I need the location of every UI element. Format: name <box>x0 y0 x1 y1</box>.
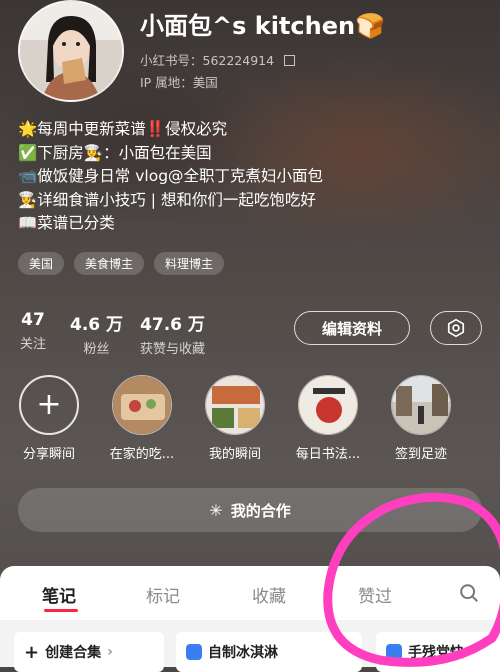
stat-likes[interactable]: 47.6 万 获赞与收藏 <box>140 310 205 357</box>
highlight-share-moment[interactable]: + 分享瞬间 <box>9 375 89 462</box>
card-label: 手残党快 <box>408 645 464 661</box>
tag[interactable]: 美国 <box>18 252 65 275</box>
highlight-label: 签到足迹 <box>394 447 447 462</box>
tab-marked[interactable]: 标记 <box>146 582 180 607</box>
stat-label: 关注 <box>20 337 47 352</box>
stat-value: 47 <box>21 310 45 330</box>
ip-location: IP 属地：美国 <box>140 75 218 90</box>
bio-line: 👩‍🍳详细食谱小技巧 | 想和你们一起吃饱吃好 <box>18 190 316 209</box>
chevron-right-icon: › <box>107 644 113 660</box>
highlight-thumbnail <box>112 375 172 435</box>
tag-list: 美国 美食博主 料理博主 <box>18 252 225 275</box>
stat-value: 47.6 万 <box>140 315 205 335</box>
highlight-my-moments[interactable]: 我的瞬间 <box>195 375 275 462</box>
card-label: 创建合集 <box>45 645 102 661</box>
stat-label: 粉丝 <box>83 342 110 357</box>
sparkle-icon: ✳ <box>209 500 223 520</box>
collection-card[interactable]: 自制冰淇淋 <box>176 632 362 672</box>
card-label: 自制冰淇淋 <box>208 645 278 661</box>
qr-code-icon[interactable] <box>284 55 296 66</box>
plus-icon: + <box>36 387 62 422</box>
stat-label: 获赞与收藏 <box>140 342 206 357</box>
plus-icon: + <box>24 641 40 663</box>
highlight-label: 我的瞬间 <box>208 447 261 462</box>
highlight-label: 分享瞬间 <box>22 447 75 462</box>
add-moment-circle: + <box>19 375 79 435</box>
tag[interactable]: 美食博主 <box>74 252 145 275</box>
tag[interactable]: 料理博主 <box>154 252 225 275</box>
tab-notes[interactable]: 笔记 <box>42 582 76 607</box>
highlight-label: 在家的吃... <box>109 447 175 462</box>
bio: 🌟每周中更新菜谱‼️侵权必究 ✅下厨房👩‍🍳：小面包在美国 📹做饭健身日常 vl… <box>18 118 323 236</box>
bio-line: 🌟每周中更新菜谱‼️侵权必究 <box>18 120 228 138</box>
create-collection-card[interactable]: + 创建合集 › <box>14 632 164 672</box>
highlight-check-in[interactable]: 签到足迹 <box>381 375 461 462</box>
stat-following[interactable]: 47 关注 <box>20 310 46 352</box>
account-id-row: 小红书号：562224914 <box>140 50 296 69</box>
bio-line: 📹做饭健身日常 vlog@全职丁克煮妇小面包 <box>18 167 324 185</box>
highlight-thumbnail <box>298 375 358 435</box>
avatar[interactable] <box>18 0 124 102</box>
stat-followers[interactable]: 4.6 万 粉丝 <box>70 310 123 357</box>
collection-card[interactable]: 手残党快 <box>376 632 500 672</box>
highlight-thumbnail <box>205 375 265 435</box>
highlight-label: 每日书法... <box>295 447 361 462</box>
tab-liked[interactable]: 赞过 <box>358 582 392 607</box>
edit-profile-button[interactable]: 编辑资料 <box>294 311 410 345</box>
highlight-calligraphy[interactable]: 每日书法... <box>288 375 368 462</box>
bio-line: 📖菜谱已分类 <box>18 214 115 232</box>
bio-line: ✅下厨房👩‍🍳：小面包在美国 <box>18 143 212 162</box>
cooperation-button[interactable]: ✳ 我的合作 <box>18 488 482 532</box>
collection-icon <box>186 644 202 660</box>
highlight-home-food[interactable]: 在家的吃... <box>102 375 182 462</box>
gear-icon <box>447 318 465 338</box>
tab-favorites[interactable]: 收藏 <box>252 582 286 607</box>
account-id: 小红书号：562224914 <box>140 53 275 68</box>
active-tab-indicator <box>44 609 78 612</box>
profile-name: 小面包^s kitchen🍞 <box>140 12 385 40</box>
highlight-thumbnail <box>391 375 451 435</box>
collection-icon <box>386 644 402 660</box>
settings-button[interactable] <box>430 311 482 345</box>
search-icon[interactable] <box>458 582 480 608</box>
cooperation-label: 我的合作 <box>230 501 291 520</box>
stat-value: 4.6 万 <box>70 315 124 335</box>
